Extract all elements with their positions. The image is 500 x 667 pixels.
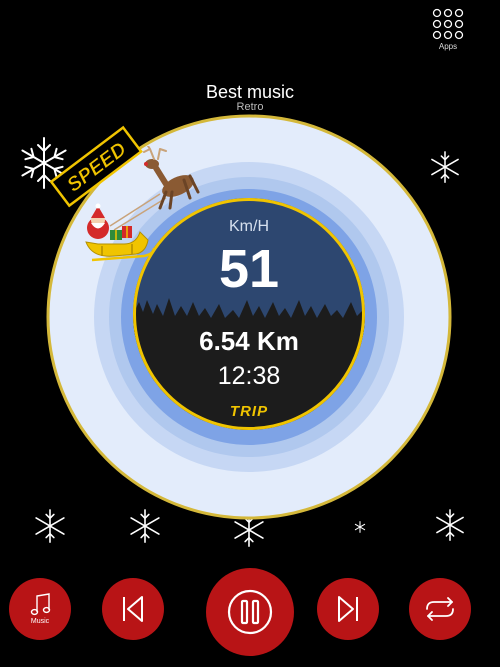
track-title: Best music bbox=[205, 82, 295, 102]
pause-icon bbox=[227, 589, 273, 635]
music-button[interactable]: Music bbox=[9, 578, 71, 640]
music-note-icon bbox=[30, 593, 51, 616]
skip-next-icon bbox=[338, 596, 358, 622]
santa-sleigh-icon bbox=[85, 146, 200, 262]
repeat-button[interactable] bbox=[409, 578, 471, 640]
apps-grid-icon bbox=[432, 8, 464, 40]
trip-mode-button[interactable]: TRIP bbox=[133, 403, 365, 420]
repeat-icon bbox=[426, 597, 454, 621]
time-value: 12:38 bbox=[217, 362, 281, 390]
next-button[interactable] bbox=[317, 578, 379, 640]
pause-button[interactable] bbox=[206, 568, 294, 656]
apps-button[interactable]: Apps bbox=[427, 8, 469, 60]
skip-previous-icon bbox=[123, 596, 143, 622]
distance-value: 6.54 Km bbox=[199, 326, 299, 356]
apps-label: Apps bbox=[438, 42, 458, 51]
snowflake-icon bbox=[354, 521, 366, 533]
previous-button[interactable] bbox=[102, 578, 164, 640]
music-label: Music bbox=[30, 618, 50, 625]
track-info[interactable]: Best music Retro bbox=[0, 82, 500, 113]
